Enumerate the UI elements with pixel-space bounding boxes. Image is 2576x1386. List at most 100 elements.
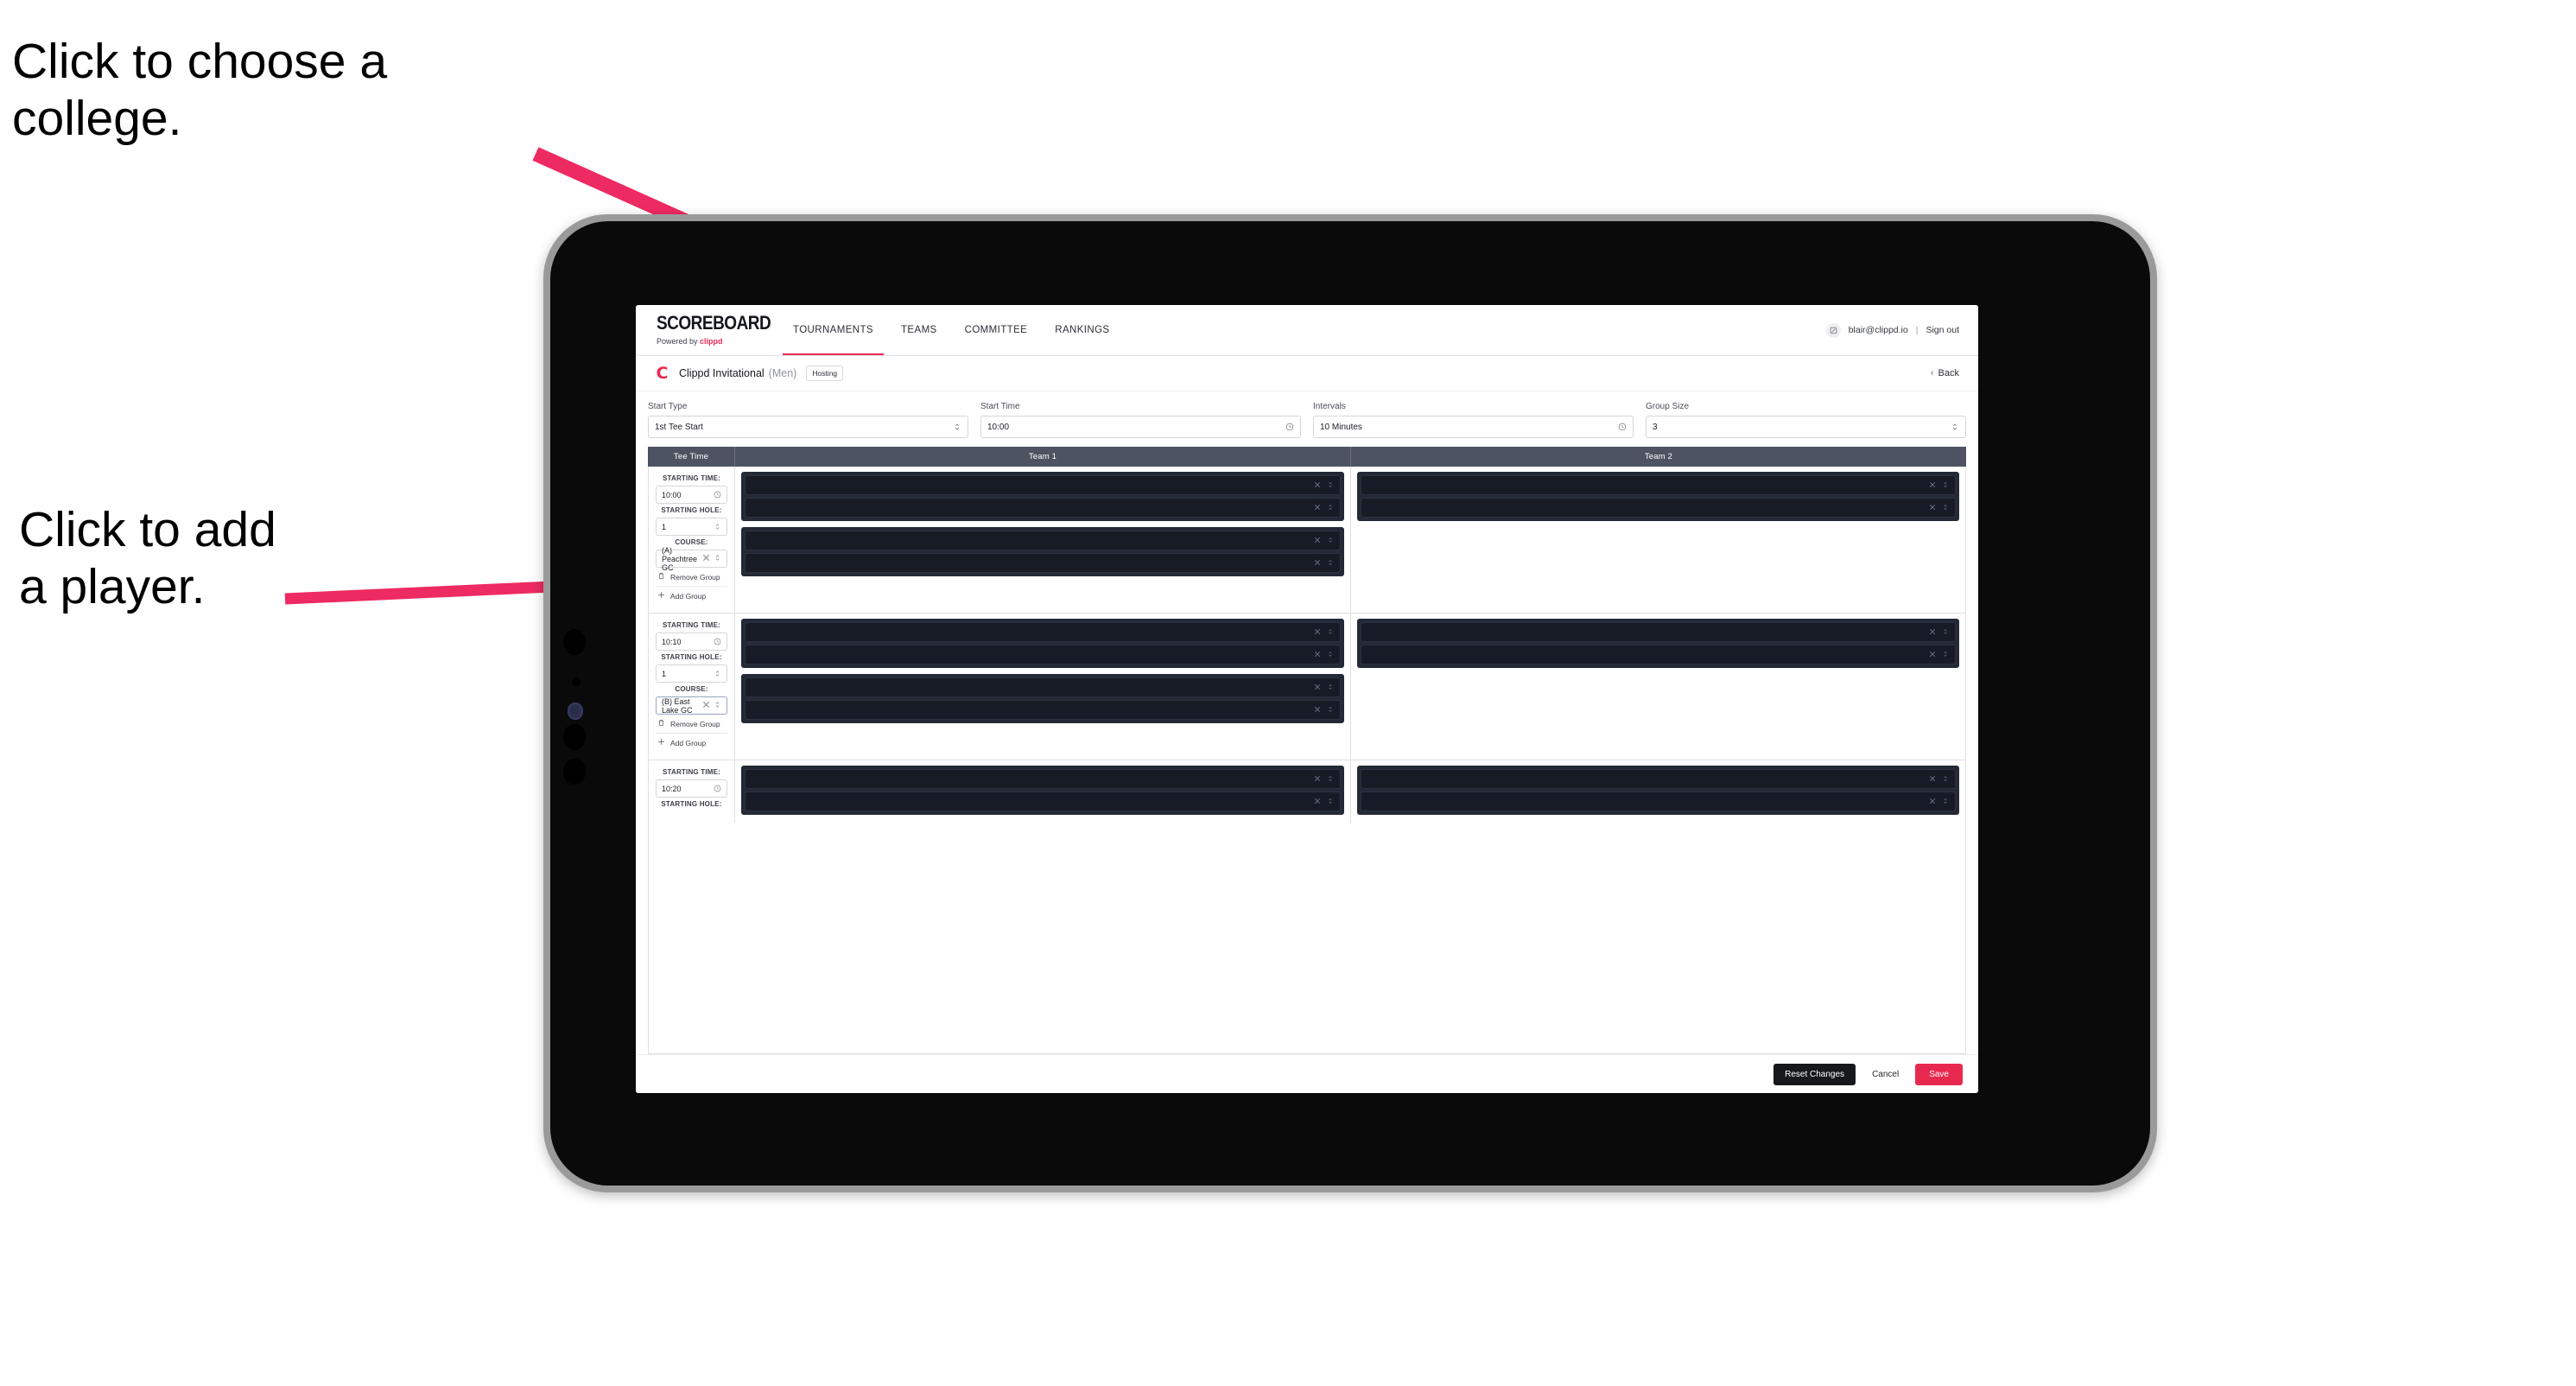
close-x-icon[interactable] [1314,628,1321,637]
player-row[interactable] [745,700,1341,720]
stepper-icon[interactable] [1327,504,1334,512]
player-row-actions [1314,537,1334,545]
starting-time-input[interactable]: 10:10 [656,633,727,651]
back-link[interactable]: ‹ Back [1931,368,1959,378]
add-group-link[interactable]: Add Group [656,587,727,605]
start-type-select[interactable]: 1st Tee Start [648,416,968,438]
close-x-icon[interactable] [1929,651,1936,659]
player-row[interactable] [745,645,1341,664]
stepper-icon[interactable] [1951,423,1959,431]
player-row[interactable] [1360,769,1956,789]
stepper-icon[interactable] [714,523,721,531]
starting-hole-input[interactable]: 1 [656,664,727,683]
close-x-icon[interactable] [1314,683,1321,692]
top-navigation-bar: SCOREBOARD Powered by clippd TOURNAMENTS… [636,305,1978,356]
stepper-icon[interactable] [1327,628,1334,637]
team1-cell [735,760,1351,823]
tab-rankings[interactable]: RANKINGS [1041,305,1123,355]
player-row[interactable] [745,677,1341,697]
stepper-icon[interactable] [1942,651,1949,659]
player-row[interactable] [1360,475,1956,495]
player-row[interactable] [745,475,1341,495]
tab-committee[interactable]: COMMITTEE [951,305,1042,355]
player-row[interactable] [1360,622,1956,642]
tee-time-cell: STARTING TIME: 10:20 STARTING HOLE: [649,760,735,823]
close-x-icon[interactable] [1314,651,1321,659]
close-x-icon[interactable] [1929,504,1936,512]
course-select[interactable]: (B) East Lake GC [656,696,727,715]
stepper-icon[interactable] [1327,706,1334,715]
player-row[interactable] [745,531,1341,550]
player-row-actions [1314,775,1334,784]
tab-tournaments[interactable]: TOURNAMENTS [779,305,887,355]
course-select[interactable]: (A) Peachtree GC [656,546,727,572]
cancel-button[interactable]: Cancel [1867,1064,1904,1085]
plus-icon [657,738,665,747]
tab-teams[interactable]: TEAMS [887,305,951,355]
stepper-icon[interactable] [1327,775,1334,784]
player-row[interactable] [745,792,1341,811]
stepper-icon[interactable] [1327,537,1334,545]
stepper-icon[interactable] [1327,683,1334,692]
group-size-stepper[interactable]: 3 [1646,416,1966,438]
starting-time-input[interactable]: 10:00 [656,486,727,504]
stepper-icon[interactable] [1942,628,1949,637]
stepper-icon[interactable] [1327,798,1334,806]
close-x-icon[interactable] [1314,504,1321,512]
schedule-table-body[interactable]: STARTING TIME: 10:00 STARTING HOLE: 1 COURSE… [648,467,1966,1054]
team2-cell [1351,614,1966,760]
brand-logo[interactable]: SCOREBOARD Powered by clippd [636,305,771,355]
stepper-icon[interactable] [1327,651,1334,659]
player-row[interactable] [745,622,1341,642]
chevron-left-icon: ‹ [1930,368,1934,378]
reset-changes-button[interactable]: Reset Changes [1773,1063,1856,1085]
player-row-actions [1314,628,1334,637]
player-row[interactable] [1360,498,1956,518]
close-x-icon[interactable] [1314,559,1321,568]
player-row[interactable] [1360,792,1956,811]
stepper-icon[interactable] [1327,559,1334,568]
close-x-icon[interactable] [1314,706,1321,715]
clock-icon[interactable] [714,785,721,792]
close-x-icon[interactable] [1929,775,1936,784]
user-account-area: blair@clippd.io | Sign out [1825,305,1978,355]
close-x-icon[interactable] [1314,537,1321,545]
close-x-icon[interactable] [702,701,710,710]
stepper-icon[interactable] [714,670,721,677]
stepper-icon[interactable] [1942,481,1949,490]
close-x-icon[interactable] [1314,481,1321,490]
clock-icon[interactable] [1285,423,1294,431]
start-time-input[interactable]: 10:00 [980,416,1301,438]
close-x-icon[interactable] [1314,798,1321,806]
stepper-icon[interactable] [1942,775,1949,784]
close-x-icon[interactable] [1929,481,1936,490]
sign-out-link[interactable]: Sign out [1926,325,1959,335]
clock-icon[interactable] [714,638,721,645]
starting-time-input[interactable]: 10:20 [656,779,727,798]
player-row[interactable] [745,498,1341,518]
starting-hole-input[interactable]: 1 [656,518,727,536]
tournament-header-bar: C Clippd Invitational (Men) Hosting ‹ Ba… [636,356,1978,391]
player-row-actions [1314,504,1334,512]
close-x-icon[interactable] [1314,775,1321,784]
stepper-icon[interactable] [714,554,721,563]
add-group-link[interactable]: Add Group [656,734,727,752]
stepper-icon[interactable] [953,423,961,431]
save-button[interactable]: Save [1915,1063,1963,1085]
clock-icon[interactable] [1618,423,1627,431]
stepper-icon[interactable] [1942,504,1949,512]
brand-tagline-prefix: Powered by [657,336,701,346]
player-row[interactable] [745,769,1341,789]
close-x-icon[interactable] [702,554,710,563]
remove-group-link[interactable]: Remove Group [656,715,727,734]
stepper-icon[interactable] [1942,798,1949,806]
stepper-icon[interactable] [714,701,721,710]
close-x-icon[interactable] [1929,628,1936,637]
intervals-input[interactable]: 10 Minutes [1313,416,1634,438]
stepper-icon[interactable] [1327,481,1334,490]
user-avatar-icon[interactable] [1825,322,1841,338]
player-row[interactable] [1360,645,1956,664]
close-x-icon[interactable] [1929,798,1936,806]
player-row[interactable] [745,553,1341,573]
clock-icon[interactable] [714,491,721,499]
